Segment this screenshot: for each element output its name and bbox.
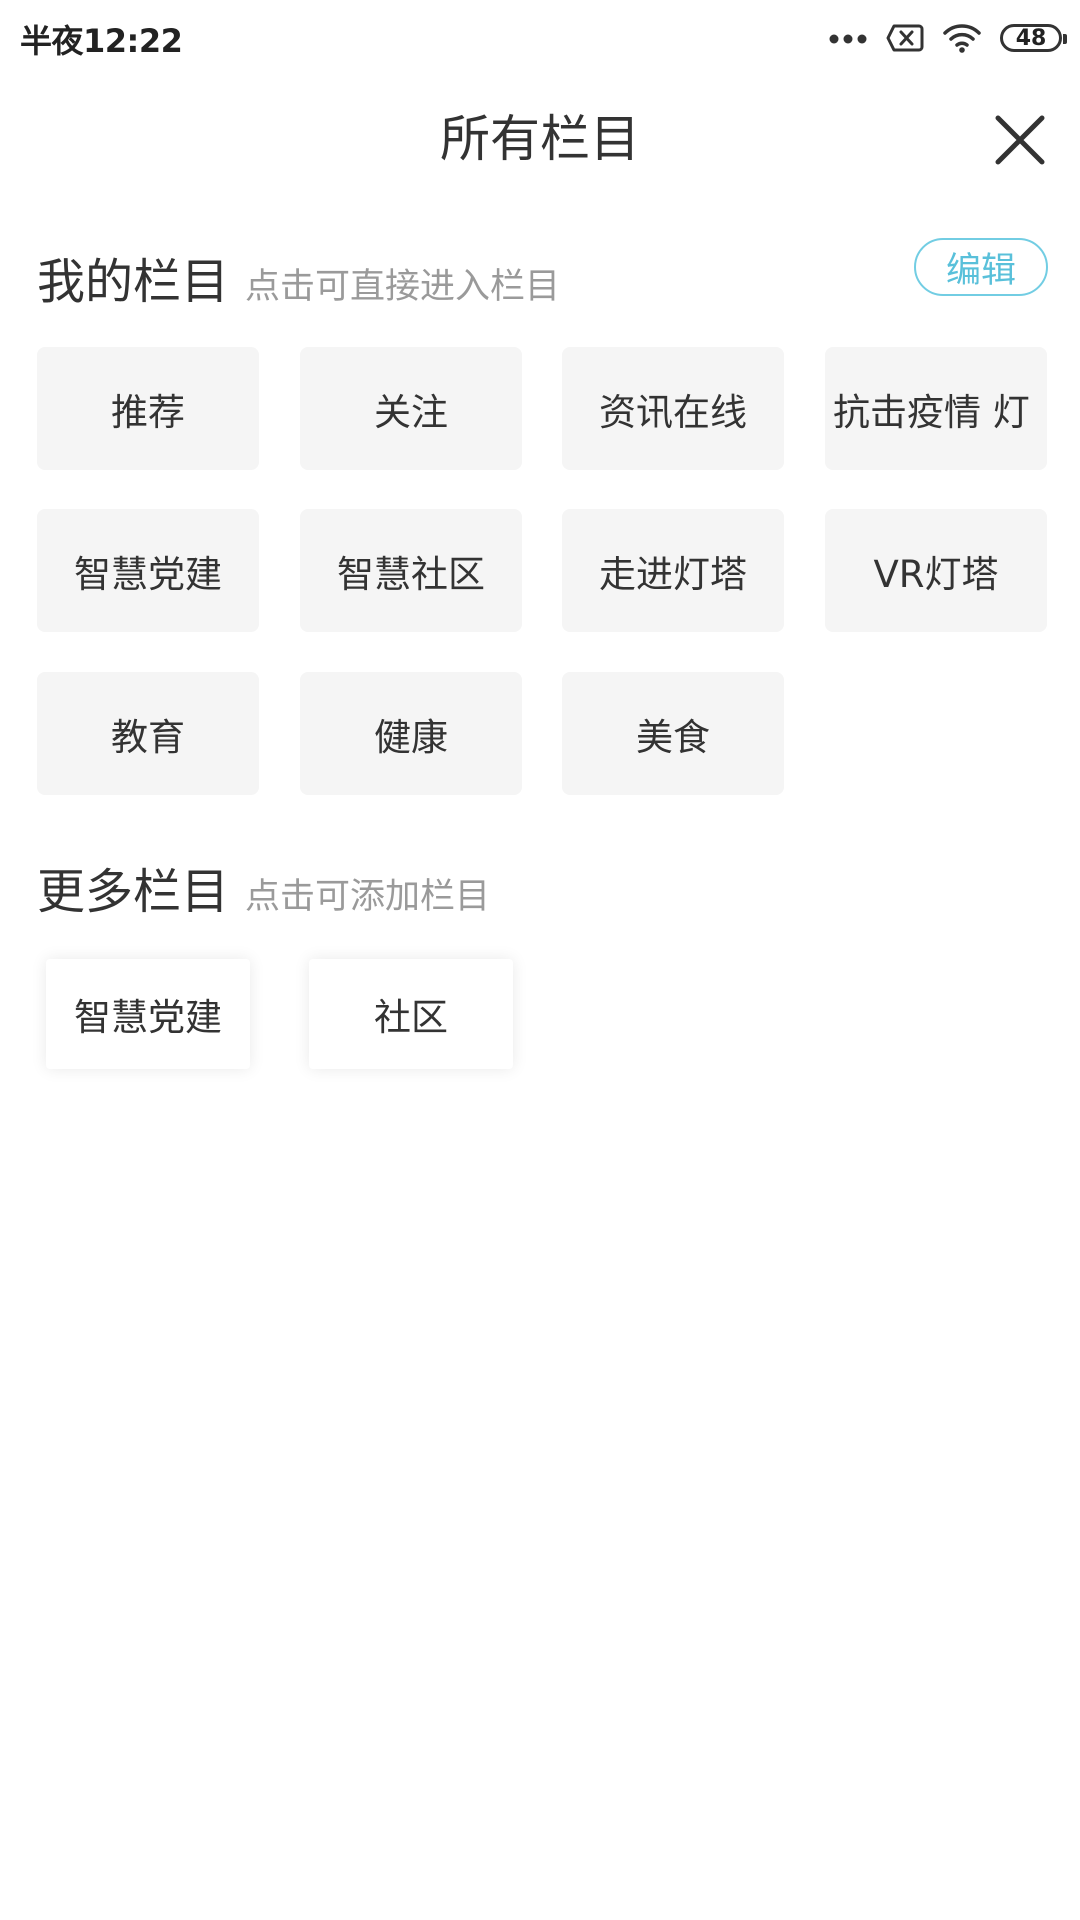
close-icon <box>995 115 1045 165</box>
more-dots-icon <box>828 32 868 44</box>
column-tile[interactable]: 资讯在线 <box>562 347 784 470</box>
column-tile[interactable]: 健康 <box>300 672 522 795</box>
my-columns-header: 我的栏目 点击可直接进入栏目 <box>37 242 561 310</box>
battery-icon: 48 <box>1000 24 1067 52</box>
status-time: 半夜12:22 <box>20 22 183 60</box>
my-columns-hint: 点击可直接进入栏目 <box>245 267 561 307</box>
column-tile[interactable]: 推荐 <box>37 347 259 470</box>
column-tile[interactable]: 美食 <box>562 672 784 795</box>
column-tile[interactable]: 智慧党建 <box>37 509 259 632</box>
more-column-tile[interactable]: 智慧党建 <box>46 959 250 1069</box>
column-tile[interactable]: 教育 <box>37 672 259 795</box>
page-title: 所有栏目 <box>440 110 640 168</box>
my-columns-title: 我的栏目 <box>37 254 230 310</box>
edit-button[interactable]: 编辑 <box>914 238 1048 296</box>
more-column-tile[interactable]: 社区 <box>309 959 513 1069</box>
column-tile[interactable]: 关注 <box>300 347 522 470</box>
sim-off-icon <box>886 23 924 53</box>
status-icons: 48 <box>828 18 1067 58</box>
column-tile[interactable]: 智慧社区 <box>300 509 522 632</box>
battery-level: 48 <box>1015 25 1047 51</box>
column-tile[interactable]: 走进灯塔 <box>562 509 784 632</box>
wifi-icon <box>942 23 982 53</box>
close-button[interactable] <box>992 112 1048 168</box>
status-bar: 半夜12:22 48 <box>0 0 1080 76</box>
column-tile[interactable]: 抗击疫情 灯 <box>825 347 1047 470</box>
more-columns-hint: 点击可添加栏目 <box>245 877 491 917</box>
more-columns-title: 更多栏目 <box>37 864 230 920</box>
column-tile[interactable]: VR灯塔 <box>825 509 1047 632</box>
more-columns-header: 更多栏目 点击可添加栏目 <box>37 852 491 920</box>
